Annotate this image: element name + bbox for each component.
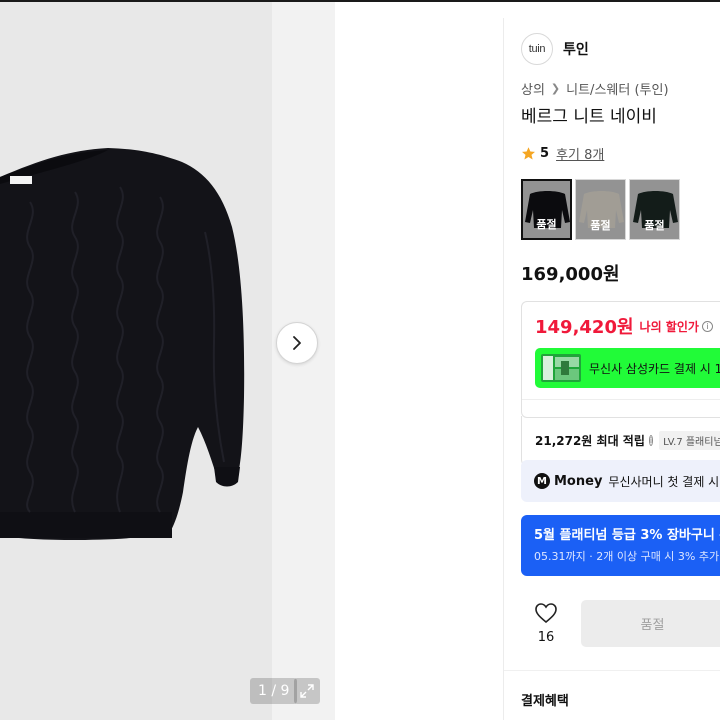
- discount-box: 149,420원 나의 할인가 i 무신사 삼성카드 결제 시 1: [521, 301, 720, 418]
- level-badge: LV.7 플래티넘: [659, 431, 720, 450]
- color-swatches: 품절 품절 품절: [521, 179, 680, 240]
- points-row: 21,272원 최대 적립 i LV.7 플래티넘: [521, 416, 720, 466]
- breadcrumb-subcategory[interactable]: 니트/스웨터 (투인): [566, 79, 668, 98]
- image-counter: 1 / 9: [250, 678, 298, 704]
- chevron-right-icon: ❯: [550, 82, 561, 95]
- money-promo-banner[interactable]: M Money 무신사머니 첫 결제 시: [521, 460, 720, 502]
- coupon-subtitle: 05.31까지 · 2개 이상 구매 시 3% 추가 할: [534, 550, 720, 563]
- discount-label: 나의 할인가: [639, 319, 699, 334]
- info-icon[interactable]: i: [648, 435, 654, 446]
- card-image: [541, 354, 581, 382]
- reviews-link[interactable]: 후기 8개: [556, 144, 604, 163]
- sweater-image: [0, 148, 245, 540]
- card-promo-banner[interactable]: 무신사 삼성카드 결제 시 1: [535, 348, 720, 388]
- swatch-navy[interactable]: 품절: [521, 179, 572, 240]
- like-count: 16: [537, 630, 555, 645]
- chevron-right-icon: [293, 336, 301, 350]
- money-logo-icon: M: [534, 473, 550, 489]
- rating-row: 5 후기 8개: [521, 144, 604, 163]
- rating-score: 5: [540, 146, 550, 161]
- payment-benefits-title: 결제혜택: [521, 694, 569, 709]
- next-image-button[interactable]: [276, 322, 318, 364]
- breadcrumb-category[interactable]: 상의: [521, 79, 545, 98]
- product-info-panel: tuin 투인 상의 ❯ 니트/스웨터 (투인) 베르그 니트 네이비 5 후기…: [504, 18, 720, 720]
- swatch-ivory[interactable]: 품절: [575, 179, 626, 240]
- info-icon[interactable]: i: [701, 320, 713, 332]
- expand-icon: [300, 684, 314, 698]
- swatch-soldout-label: 품절: [590, 219, 611, 232]
- brand-name: 투인: [563, 42, 589, 58]
- product-title: 베르그 니트 네이비: [521, 107, 657, 127]
- heart-icon: [535, 603, 557, 624]
- expand-image-button[interactable]: [294, 678, 320, 704]
- swatch-soldout-label: 품절: [536, 218, 557, 231]
- breadcrumb: 상의 ❯ 니트/스웨터 (투인): [521, 79, 669, 98]
- coupon-title: 5월 플래티넘 등급 3% 장바구니 쿠: [534, 528, 720, 543]
- product-photo[interactable]: [0, 2, 272, 720]
- money-brand: Money: [554, 473, 603, 489]
- discount-price: 149,420원: [535, 317, 634, 338]
- product-gallery: 1 / 9: [0, 2, 335, 720]
- divider: [504, 670, 720, 671]
- points-text: 21,272원 최대 적립: [535, 434, 645, 448]
- money-promo-text: 무신사머니 첫 결제 시: [608, 474, 720, 489]
- soldout-button[interactable]: 품절: [581, 600, 720, 647]
- divider: [522, 399, 720, 400]
- original-price: 169,000원: [521, 264, 620, 285]
- swatch-soldout-label: 품절: [644, 219, 665, 232]
- swatch-green[interactable]: 품절: [629, 179, 680, 240]
- discount-line: 149,420원 나의 할인가 i: [535, 313, 713, 339]
- brand-logo: tuin: [521, 33, 553, 65]
- star-icon: [522, 147, 535, 160]
- brand-link[interactable]: tuin 투인: [521, 33, 589, 65]
- coupon-banner[interactable]: 5월 플래티넘 등급 3% 장바구니 쿠 05.31까지 · 2개 이상 구매 …: [521, 515, 720, 576]
- card-promo-text: 무신사 삼성카드 결제 시 1: [589, 361, 720, 376]
- like-button[interactable]: 16: [521, 600, 571, 652]
